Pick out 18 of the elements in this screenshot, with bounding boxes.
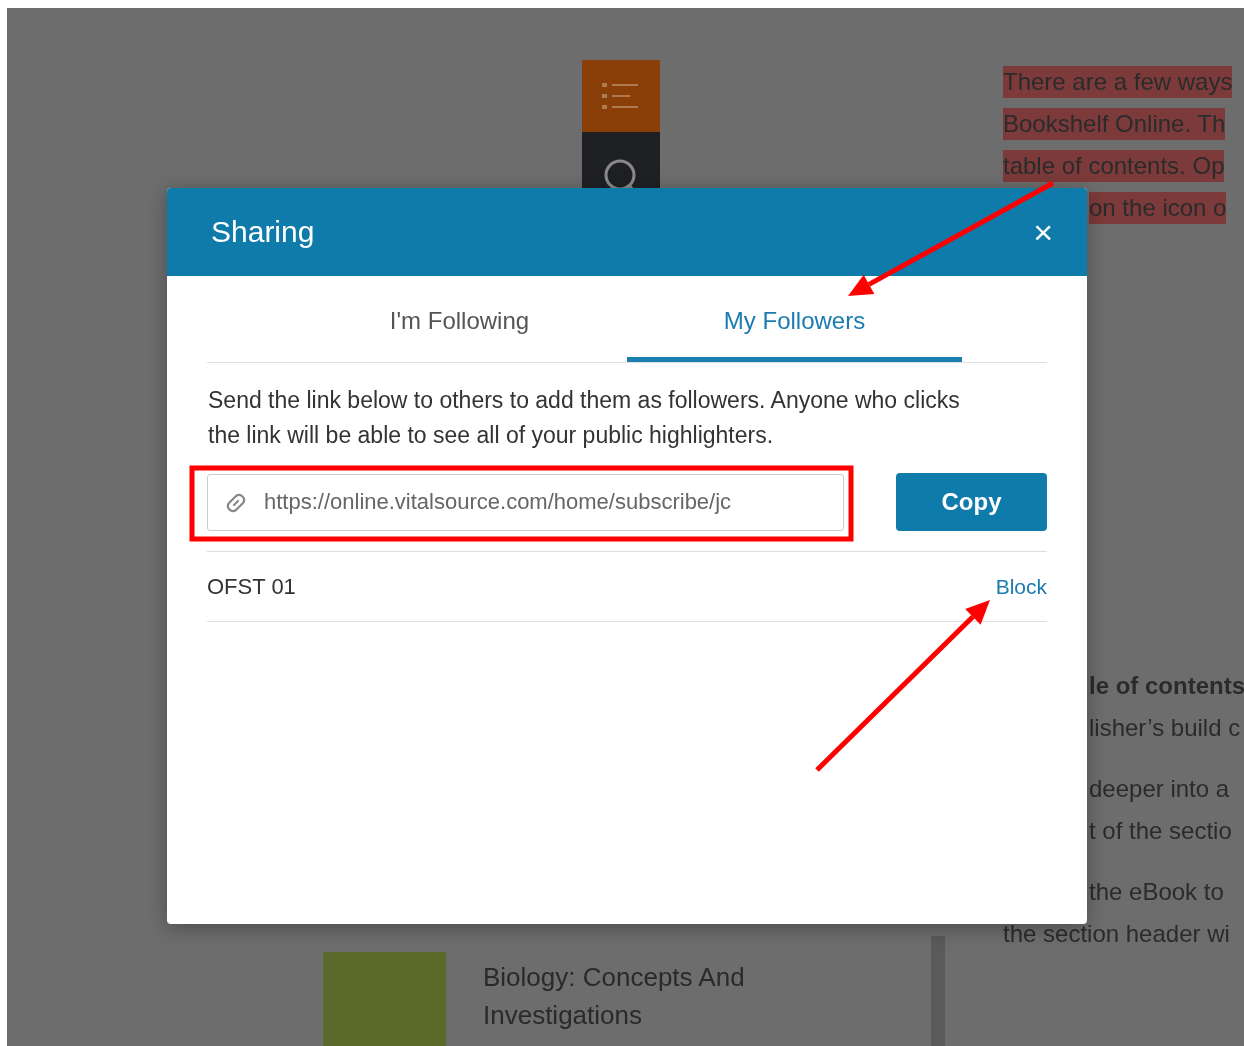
contents-toolbar-button[interactable]: [582, 60, 660, 132]
article-text-line: the section header wi: [1003, 919, 1230, 949]
list-icon: [602, 80, 640, 112]
close-button[interactable]: ×: [1029, 215, 1057, 249]
article-text-line: the eBook to: [1089, 877, 1224, 907]
article-text-line: t of the sectio: [1089, 816, 1232, 846]
instructions-text: Send the link below to others to add them as followers. Anyone who clicks the link will be able to see all of your public highlighters.: [208, 386, 961, 450]
dialog-title: Sharing: [211, 214, 315, 250]
scrollbar[interactable]: [931, 936, 945, 1046]
article-text-line: lisher’s build c: [1089, 713, 1241, 743]
tab[interactable]: I'm Following: [292, 276, 627, 362]
block-link[interactable]: Block: [995, 570, 1047, 603]
link-field[interactable]: https://online.vitalsource.com/home/subscribe/jc: [207, 473, 844, 531]
follower-name: OFST 01: [207, 573, 296, 601]
article-text-line: deeper into a: [1089, 774, 1230, 804]
book-title[interactable]: Biology: Concepts And Investigations: [483, 958, 813, 1034]
copy-button[interactable]: Copy: [896, 473, 1047, 531]
article-text-line: le of contents: [1089, 671, 1244, 701]
